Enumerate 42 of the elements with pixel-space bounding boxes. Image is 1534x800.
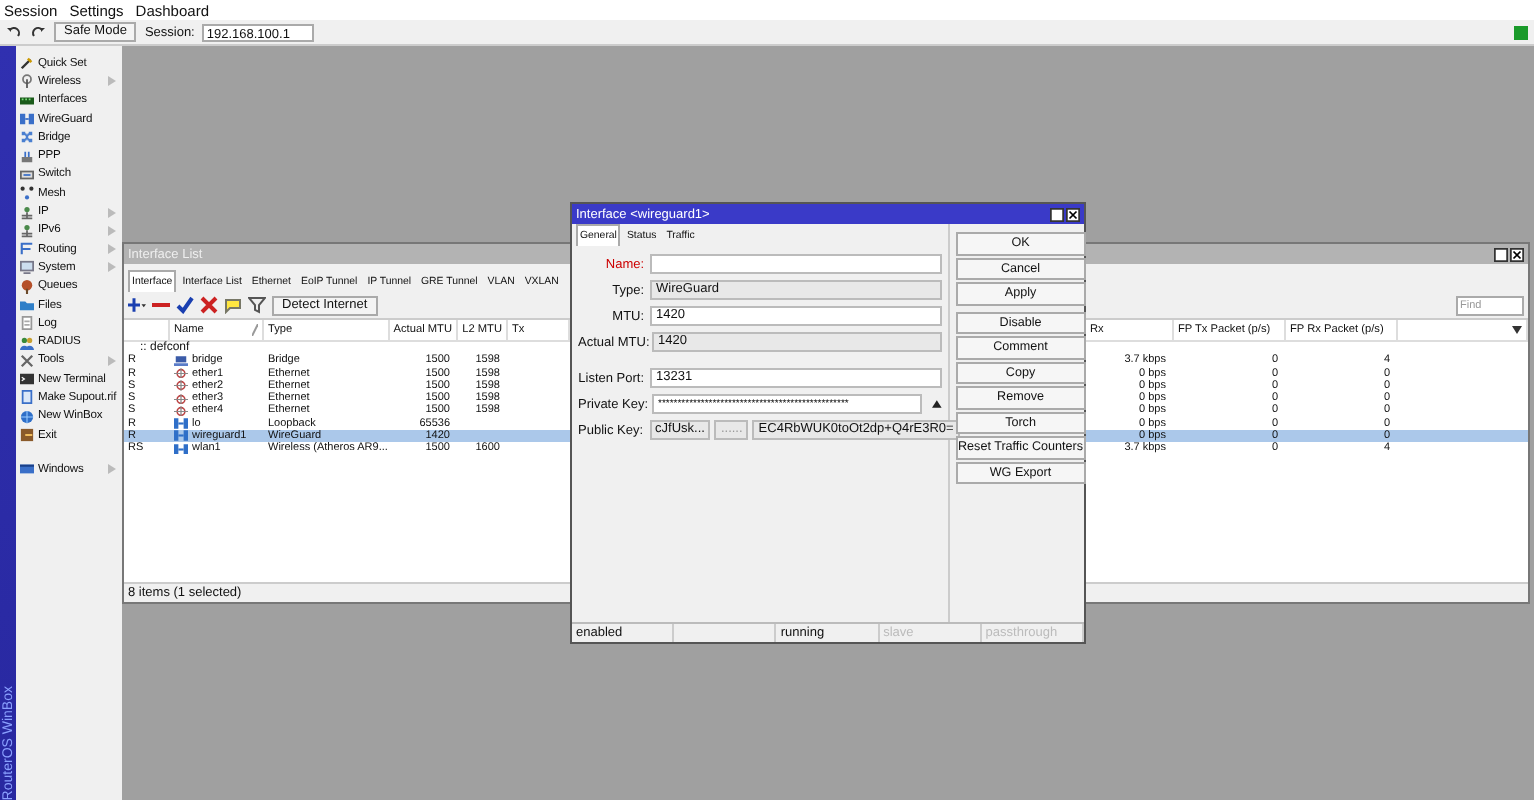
document-icon bbox=[20, 390, 34, 405]
wand-icon bbox=[20, 56, 34, 71]
network-icon bbox=[20, 223, 34, 238]
undo-icon[interactable] bbox=[6, 24, 22, 40]
comment-icon[interactable] bbox=[224, 296, 242, 314]
document-icon bbox=[20, 316, 34, 331]
link-icon bbox=[20, 112, 34, 127]
close-icon[interactable] bbox=[1510, 247, 1524, 261]
windows-icon bbox=[20, 462, 34, 477]
submenu-arrow-icon bbox=[108, 76, 116, 87]
terminal-icon bbox=[20, 372, 34, 387]
mesh-icon bbox=[20, 186, 34, 201]
filter-icon[interactable] bbox=[248, 296, 266, 314]
sort-icon bbox=[252, 324, 258, 336]
maximize-icon[interactable] bbox=[1050, 207, 1064, 221]
plug-icon bbox=[20, 149, 34, 164]
exit-icon bbox=[20, 428, 34, 443]
input-field[interactable] bbox=[650, 254, 942, 274]
add-icon[interactable] bbox=[128, 296, 146, 314]
submenu-arrow-icon bbox=[108, 464, 116, 475]
switch-icon bbox=[20, 167, 34, 182]
submenu-arrow-icon bbox=[108, 355, 116, 366]
bridge-icon bbox=[174, 355, 188, 367]
monitor-icon bbox=[20, 260, 34, 275]
bridge-icon bbox=[20, 130, 34, 145]
check-icon[interactable] bbox=[176, 296, 194, 314]
redo-icon[interactable] bbox=[30, 24, 46, 40]
globe-icon bbox=[20, 409, 34, 424]
cross-icon[interactable] bbox=[200, 296, 218, 314]
status-square-icon bbox=[1514, 25, 1528, 39]
network-icon bbox=[20, 205, 34, 220]
route-icon bbox=[20, 242, 34, 257]
dropdown-icon[interactable] bbox=[1512, 326, 1522, 334]
folder-icon bbox=[20, 298, 34, 312]
antenna-icon bbox=[20, 74, 34, 89]
tree-icon bbox=[20, 279, 34, 294]
tools-icon bbox=[20, 353, 34, 368]
maximize-icon[interactable] bbox=[1494, 247, 1508, 261]
ports-icon bbox=[20, 93, 34, 108]
close-icon[interactable] bbox=[1066, 207, 1080, 221]
up-arrow-icon[interactable] bbox=[932, 400, 942, 408]
people-icon bbox=[20, 335, 34, 350]
